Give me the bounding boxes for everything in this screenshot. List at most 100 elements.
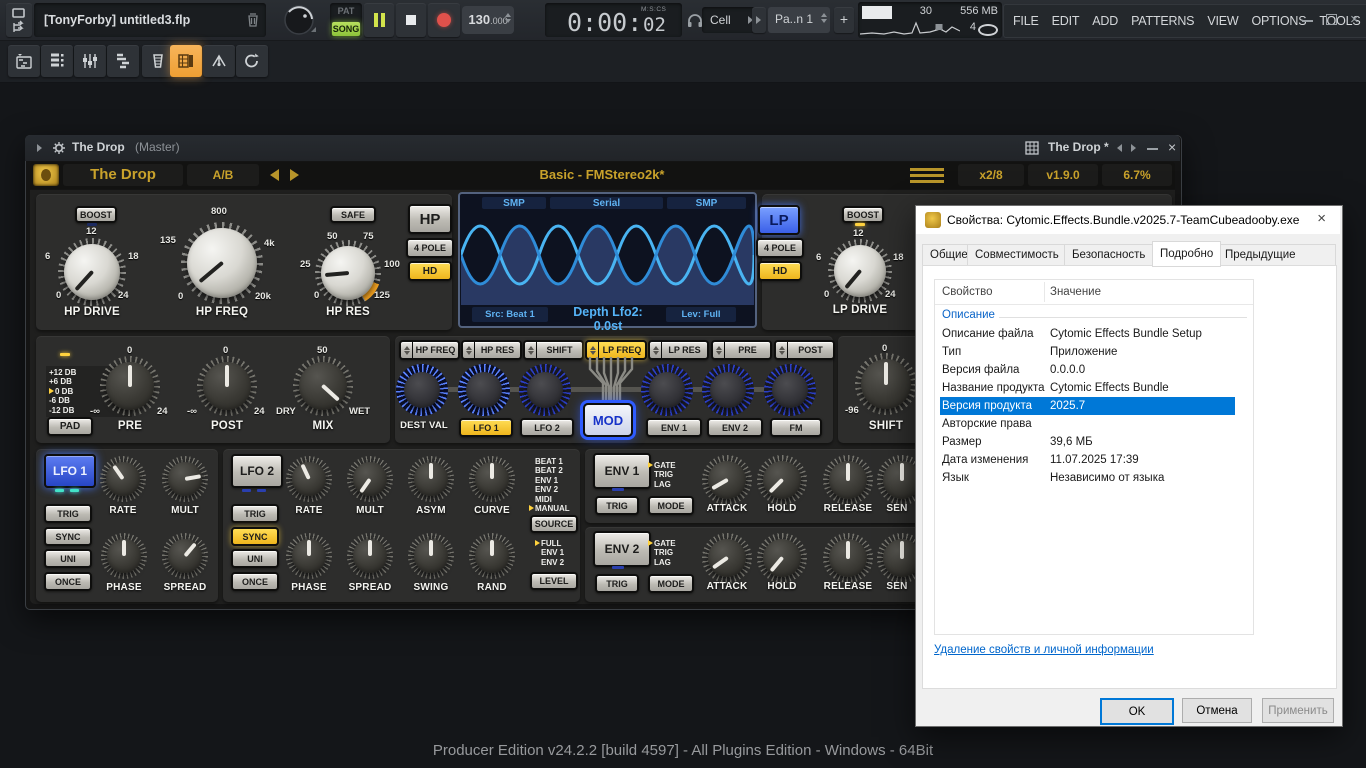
menu-edit[interactable]: EDIT	[1052, 14, 1080, 28]
dest-val-knob[interactable]	[396, 364, 448, 416]
piano-roll-button[interactable]	[107, 45, 139, 77]
lfo1-mult-knob[interactable]	[162, 456, 208, 502]
detach-grid-icon[interactable]	[1025, 141, 1039, 155]
remove-properties-link[interactable]: Удаление свойств и личной информации	[934, 644, 1154, 656]
mod-lfo2-button[interactable]: LFO 2	[520, 418, 574, 437]
mod-env2-knob[interactable]	[702, 364, 754, 416]
lfo2-phase-knob[interactable]	[286, 533, 332, 579]
menu-view[interactable]: VIEW	[1207, 14, 1238, 28]
bpm-display[interactable]: 130 .000	[462, 6, 514, 34]
lfo2-level-button[interactable]: LEVEL	[530, 572, 578, 590]
plugin-cpu[interactable]: 6.7%	[1102, 164, 1172, 186]
mode-option[interactable]: LAG	[654, 558, 676, 567]
master-volume-knob[interactable]	[282, 3, 318, 37]
hp-mode-button[interactable]: HP	[408, 204, 452, 234]
lp-hd-button[interactable]: HD	[758, 261, 802, 281]
level-option[interactable]: ENV 1	[541, 548, 564, 557]
add-pattern-button[interactable]: +	[834, 7, 854, 33]
touch-controller-button[interactable]	[203, 45, 235, 77]
close-icon[interactable]: ×	[1350, 12, 1359, 27]
env2-button[interactable]: ENV 2	[593, 531, 651, 567]
lfo1-button[interactable]: LFO 1	[44, 454, 96, 488]
post-knob[interactable]	[197, 356, 257, 416]
scope-depth-value[interactable]: Depth Lfo2: 0.0st	[558, 305, 658, 333]
dest-post-button[interactable]: POST	[774, 340, 835, 360]
song-mode-button[interactable]: SONG	[332, 22, 360, 36]
env1-hold-knob[interactable]	[757, 455, 807, 505]
plugin-titlebar[interactable]: The Drop (Master) The Drop * ×	[25, 135, 1180, 161]
mode-option-selected[interactable]: GATE	[648, 461, 676, 470]
minimize-icon[interactable]	[1302, 20, 1313, 22]
pre-knob[interactable]	[100, 356, 160, 416]
lfo1-sync-button[interactable]: SYNC	[44, 527, 92, 546]
lfo1-trig-button[interactable]: TRIG	[44, 504, 92, 523]
pat-label[interactable]: PAT	[330, 6, 362, 16]
trash-icon[interactable]	[246, 12, 260, 28]
scope-mode-right-button[interactable]: SMP	[667, 197, 746, 209]
project-title-panel[interactable]: [TonyForby] untitled3.flp	[34, 3, 266, 37]
tab-previous-versions[interactable]: Предыдущие версии	[1217, 244, 1336, 266]
env2-attack-knob[interactable]	[702, 533, 752, 583]
level-option[interactable]: ENV 2	[541, 558, 564, 567]
env1-mode-button[interactable]: MODE	[648, 496, 694, 515]
lfo1-phase-knob[interactable]	[101, 533, 147, 579]
bpm-spinner[interactable]	[505, 13, 511, 23]
source-option[interactable]: BEAT 1	[535, 457, 570, 466]
lfo2-uni-button[interactable]: UNI	[231, 549, 279, 568]
record-button[interactable]	[428, 3, 460, 37]
mix-knob[interactable]	[293, 356, 353, 416]
mod-env2-button[interactable]: ENV 2	[707, 418, 763, 437]
table-row[interactable]: Дата изменения11.07.2025 17:39	[935, 451, 1253, 469]
preset-name[interactable]: Basic - FMStereo2k*	[402, 164, 802, 186]
sync-button[interactable]	[236, 45, 268, 77]
prev-plugin-icon[interactable]	[1117, 144, 1122, 152]
lp-mode-button[interactable]: LP	[758, 205, 800, 235]
preset-prev-icon[interactable]	[270, 169, 279, 181]
lfo1-once-button[interactable]: ONCE	[44, 572, 92, 591]
mode-option-selected[interactable]: GATE	[648, 539, 676, 548]
tab-security[interactable]: Безопасность	[1064, 244, 1153, 266]
apply-button[interactable]: Применить	[1262, 698, 1334, 723]
lfo2-curve-knob[interactable]	[469, 456, 515, 502]
plugin-menu-arrow-icon[interactable]	[37, 144, 42, 152]
mod-lfo1-button[interactable]: LFO 1	[459, 418, 513, 437]
stop-button[interactable]	[396, 3, 426, 37]
hp-res-knob[interactable]	[315, 240, 381, 306]
dest-hp-res-button[interactable]: HP RES	[461, 340, 522, 360]
table-row-selected[interactable]: Версия продукта2025.7	[940, 397, 1235, 415]
scope-routing-button[interactable]: Serial	[550, 197, 663, 209]
tab-compatibility[interactable]: Совместимость	[967, 244, 1067, 266]
source-option-selected[interactable]: MANUAL	[529, 504, 570, 513]
plugin-logo-icon[interactable]	[33, 164, 59, 186]
table-row[interactable]: Версия файла0.0.0.0	[935, 361, 1253, 379]
plugin-version[interactable]: v1.9.0	[1028, 164, 1098, 186]
spinner-icon[interactable]	[525, 342, 537, 358]
plugin-picker-button[interactable]	[170, 45, 202, 77]
lfo2-asym-knob[interactable]	[408, 456, 454, 502]
preset-next-icon[interactable]	[290, 169, 299, 181]
time-display[interactable]: 0:00: 02 M:S:CS	[545, 3, 682, 37]
tab-details[interactable]: Подробно	[1152, 241, 1221, 267]
mod-lfo1-knob[interactable]	[458, 364, 510, 416]
mod-fm-button[interactable]: FM	[770, 418, 822, 437]
scope-src-button[interactable]: Src: Beat 1	[472, 307, 548, 322]
lfo1-uni-button[interactable]: UNI	[44, 549, 92, 568]
env2-release-knob[interactable]	[823, 533, 873, 583]
playlist-button[interactable]	[8, 45, 40, 77]
spinner-icon[interactable]	[650, 342, 662, 358]
table-row[interactable]: Описание файлаCytomic Effects Bundle Set…	[935, 325, 1253, 343]
scope-mode-left-button[interactable]: SMP	[482, 197, 546, 209]
channel-rack-button[interactable]	[41, 45, 73, 77]
ok-button[interactable]: OK	[1100, 698, 1174, 725]
plugin-minimize-icon[interactable]	[1147, 148, 1158, 150]
hp-hd-button[interactable]: HD	[408, 261, 452, 281]
mode-option[interactable]: TRIG	[654, 548, 676, 557]
pattern-selector[interactable]: Pa..n 1	[768, 7, 830, 33]
menu-patterns[interactable]: PATTERNS	[1131, 14, 1194, 28]
hp-pole-button[interactable]: 4 POLE	[406, 238, 454, 258]
spinner-icon[interactable]	[401, 342, 413, 358]
column-header-property[interactable]: Свойство	[942, 286, 993, 298]
plugin-tab-title[interactable]: The Drop *	[1048, 140, 1109, 154]
preset-menu-icon[interactable]	[910, 168, 944, 183]
lfo2-button[interactable]: LFO 2	[231, 454, 283, 488]
